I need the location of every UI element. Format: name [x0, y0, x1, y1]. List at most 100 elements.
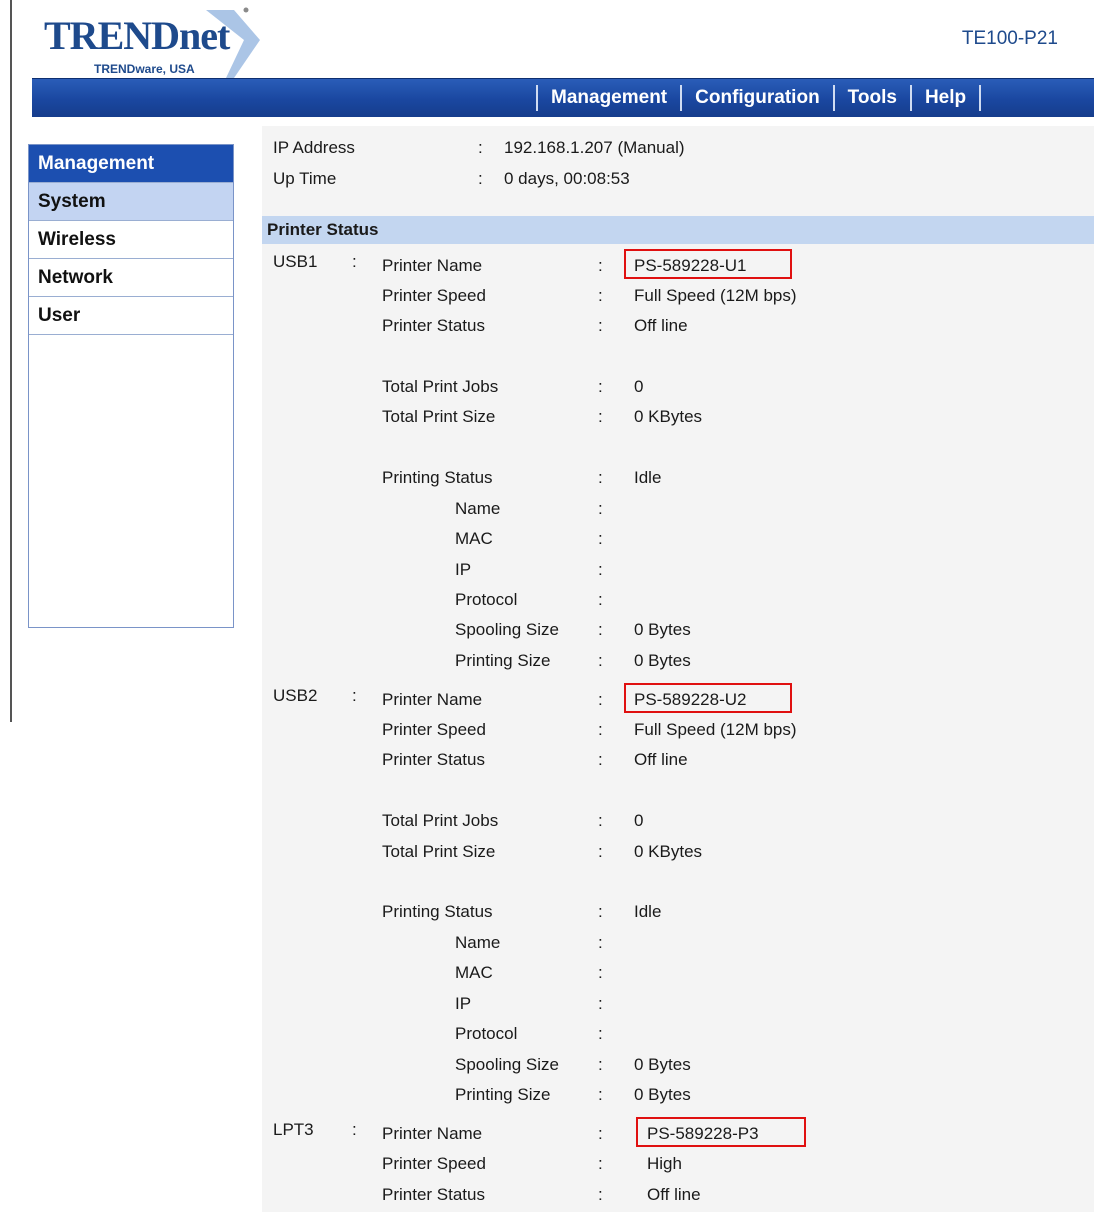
sidebar-item-user[interactable]: User: [29, 297, 233, 335]
total-print-size-value-usb2: 0 KBytes: [634, 842, 703, 861]
colon: :: [598, 651, 603, 670]
uptime-value: 0 days, 00:08:53: [504, 169, 630, 188]
printer-speed-label: Printer Speed: [382, 720, 486, 739]
printer-name-value-usb1: PS-589228-U1: [634, 256, 747, 275]
printer-name-label: Printer Name: [382, 690, 483, 709]
colon: :: [598, 1055, 603, 1074]
printing-status-label: Printing Status: [382, 468, 493, 487]
colon: :: [598, 256, 603, 275]
spooling-size-value-usb2: 0 Bytes: [634, 1055, 691, 1074]
job-name-label: Name: [455, 933, 501, 952]
spooling-size-label: Spooling Size: [455, 620, 559, 639]
printer-speed-value-usb2: Full Speed (12M bps): [634, 720, 797, 739]
printing-status-value-usb1: Idle: [634, 468, 662, 487]
printer-status-value-usb2: Off line: [634, 750, 688, 769]
colon: :: [352, 1120, 357, 1139]
printer-name-label: Printer Name: [382, 256, 483, 275]
ip-address-value: 192.168.1.207 (Manual): [504, 138, 685, 157]
colon: :: [598, 499, 603, 518]
printer-status-label: Printer Status: [382, 1185, 485, 1204]
colon: :: [598, 286, 603, 305]
job-ip-label: IP: [455, 560, 472, 579]
printer-status-value-usb1: Off line: [634, 316, 688, 335]
printer-name-value-usb2: PS-589228-U2: [634, 690, 747, 709]
job-mac-label: MAC: [455, 529, 493, 548]
sidebar-menu: Management System Wireless Network User: [28, 144, 234, 628]
model-number: TE100-P21: [961, 28, 1058, 49]
total-print-jobs-label: Total Print Jobs: [382, 377, 499, 396]
colon: :: [598, 902, 603, 921]
colon: :: [598, 842, 603, 861]
sidebar-item-network[interactable]: Network: [29, 259, 233, 297]
colon: :: [598, 1185, 603, 1204]
printer-status-header: Printer Status: [262, 216, 1094, 244]
printer-status-label: Printer Status: [382, 316, 485, 335]
nav-help[interactable]: Help: [912, 79, 979, 117]
colon: :: [598, 720, 603, 739]
colon: :: [598, 529, 603, 548]
colon: :: [598, 963, 603, 982]
top-navbar: Management Configuration Tools Help: [32, 78, 1094, 117]
nav-configuration[interactable]: Configuration: [682, 79, 833, 117]
colon: :: [598, 316, 603, 335]
job-ip-label: IP: [455, 994, 472, 1013]
printer-status-value-lpt3: Off line: [647, 1185, 701, 1204]
printing-size-label: Printing Size: [455, 651, 551, 670]
printing-status-label: Printing Status: [382, 902, 493, 921]
colon: :: [598, 933, 603, 952]
logo-tagline: TRENDware, USA: [94, 62, 195, 76]
trendnet-logo: TRENDnet TRENDware, USA: [38, 4, 268, 78]
colon: :: [598, 377, 603, 396]
colon: :: [598, 620, 603, 639]
printer-name-value-lpt3: PS-589228-P3: [647, 1124, 759, 1143]
sidebar-item-system[interactable]: System: [29, 183, 233, 221]
total-print-size-label: Total Print Size: [382, 842, 496, 861]
spooling-size-value-usb1: 0 Bytes: [634, 620, 691, 639]
nav-management[interactable]: Management: [538, 79, 680, 117]
colon: :: [598, 590, 603, 609]
printer-status-label: Printer Status: [382, 750, 485, 769]
total-print-size-label: Total Print Size: [382, 407, 496, 426]
colon: :: [478, 169, 483, 188]
colon: :: [478, 138, 483, 157]
total-print-jobs-value-usb1: 0: [634, 377, 644, 396]
colon: :: [598, 468, 603, 487]
logo-wordmark: TRENDnet: [44, 13, 230, 58]
left-border-line: [10, 0, 12, 722]
nav-tools[interactable]: Tools: [835, 79, 910, 117]
uptime-label: Up Time: [273, 169, 337, 188]
port-label-lpt3: LPT3: [273, 1120, 314, 1139]
nav-separator: [979, 85, 982, 111]
colon: :: [598, 407, 603, 426]
colon: :: [598, 750, 603, 769]
colon: :: [598, 690, 603, 709]
sidebar-header-management: Management: [29, 145, 233, 183]
colon: :: [598, 560, 603, 579]
printing-size-value-usb2: 0 Bytes: [634, 1085, 691, 1104]
colon: :: [352, 686, 357, 705]
total-print-jobs-label: Total Print Jobs: [382, 811, 499, 830]
spooling-size-label: Spooling Size: [455, 1055, 559, 1074]
colon: :: [598, 1124, 603, 1143]
printing-size-value-usb1: 0 Bytes: [634, 651, 691, 670]
colon: :: [598, 1154, 603, 1173]
job-name-label: Name: [455, 499, 501, 518]
job-protocol-label: Protocol: [455, 590, 518, 609]
total-print-jobs-value-usb2: 0: [634, 811, 644, 830]
printing-size-label: Printing Size: [455, 1085, 551, 1104]
printing-status-value-usb2: Idle: [634, 902, 662, 921]
colon: :: [598, 811, 603, 830]
printer-speed-value-usb1: Full Speed (12M bps): [634, 286, 797, 305]
printer-speed-value-lpt3: High: [647, 1154, 682, 1173]
port-label-usb2: USB2: [273, 686, 318, 705]
total-print-size-value-usb1: 0 KBytes: [634, 407, 703, 426]
colon: :: [352, 252, 357, 271]
sidebar-item-wireless[interactable]: Wireless: [29, 221, 233, 259]
job-protocol-label: Protocol: [455, 1024, 518, 1043]
ip-address-label: IP Address: [273, 138, 355, 157]
printer-name-label: Printer Name: [382, 1124, 483, 1143]
port-label-usb1: USB1: [273, 252, 318, 271]
printer-speed-label: Printer Speed: [382, 1154, 486, 1173]
colon: :: [598, 994, 603, 1013]
colon: :: [598, 1024, 603, 1043]
